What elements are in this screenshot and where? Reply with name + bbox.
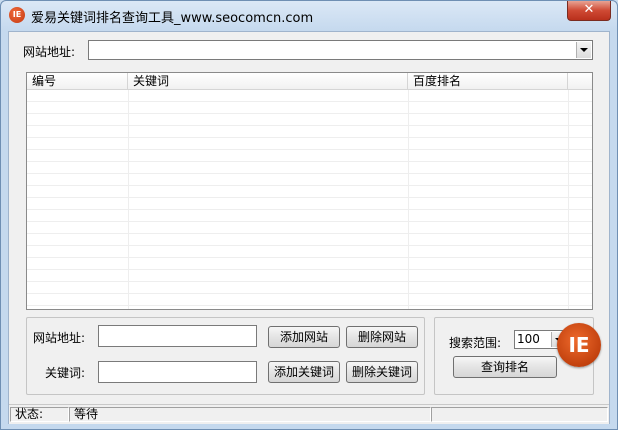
grid-line <box>27 210 592 222</box>
grid-line <box>27 186 592 198</box>
grid-line <box>27 150 592 162</box>
form-keyword-label: 关键词: <box>45 366 86 380</box>
search-range-value: 100 <box>517 332 540 346</box>
site-input[interactable] <box>98 325 257 347</box>
grid-line <box>27 234 592 246</box>
grid-line <box>27 258 592 270</box>
column-header-keyword[interactable]: 关键词 <box>128 73 408 89</box>
keyword-input[interactable] <box>98 361 257 383</box>
close-button[interactable]: ✕ <box>567 1 611 21</box>
delete-site-button[interactable]: 删除网站 <box>346 326 418 348</box>
grid-line <box>27 162 592 174</box>
top-site-label: 网站地址: <box>23 45 76 59</box>
status-value: 等待 <box>74 407 99 421</box>
grid-line <box>27 270 592 282</box>
status-value-pane: 等待 <box>69 407 431 422</box>
status-bar: 状态: 等待 <box>9 404 609 424</box>
grid-line <box>27 282 592 294</box>
title-bar[interactable]: IE 爱易关键词排名查询工具_www.seocomcn.com ✕ <box>1 1 617 31</box>
grid-column-line <box>568 90 569 309</box>
status-label-pane: 状态: <box>10 407 69 422</box>
add-keyword-button[interactable]: 添加关键词 <box>268 361 340 383</box>
add-site-button[interactable]: 添加网站 <box>268 326 340 348</box>
form-site-label: 网站地址: <box>33 331 86 345</box>
column-header-baidu-rank[interactable]: 百度排名 <box>408 73 568 89</box>
status-label: 状态: <box>15 407 44 421</box>
grid-column-line <box>128 90 129 309</box>
delete-keyword-button[interactable]: 删除关键词 <box>346 361 418 383</box>
search-range-label: 搜索范围: <box>449 336 502 350</box>
grid-line <box>27 90 592 102</box>
list-header: 编号 关键词 百度排名 <box>27 73 592 90</box>
site-keyword-group: 网站地址: 添加网站 删除网站 关键词: 添加关键词 删除关键词 <box>26 317 425 395</box>
grid-line <box>27 114 592 126</box>
grid-line <box>27 198 592 210</box>
grid-line <box>27 222 592 234</box>
window-title: 爱易关键词排名查询工具_www.seocomcn.com <box>31 11 314 26</box>
query-rank-button[interactable]: 查询排名 <box>453 356 557 378</box>
keyword-list[interactable]: 编号 关键词 百度排名 <box>26 72 593 318</box>
status-extra-pane <box>431 407 608 422</box>
column-header-id[interactable]: 编号 <box>27 73 128 89</box>
grid-line <box>27 102 592 114</box>
chevron-down-icon[interactable] <box>576 42 591 58</box>
app-window: IE 爱易关键词排名查询工具_www.seocomcn.com ✕ 网站地址: … <box>0 0 618 430</box>
grid-column-line <box>408 90 409 309</box>
top-site-combo[interactable] <box>88 40 593 60</box>
app-icon: IE <box>9 7 25 23</box>
grid-line <box>27 174 592 186</box>
grid-line <box>27 126 592 138</box>
grid-line <box>27 246 592 258</box>
grid-line <box>27 294 592 306</box>
grid-line <box>27 138 592 150</box>
ie-logo: IE <box>557 323 601 367</box>
client-area: 网站地址: 编号 关键词 百度排名 网站地址: 添加网站 删除网站 关键词: 添… <box>8 31 610 424</box>
